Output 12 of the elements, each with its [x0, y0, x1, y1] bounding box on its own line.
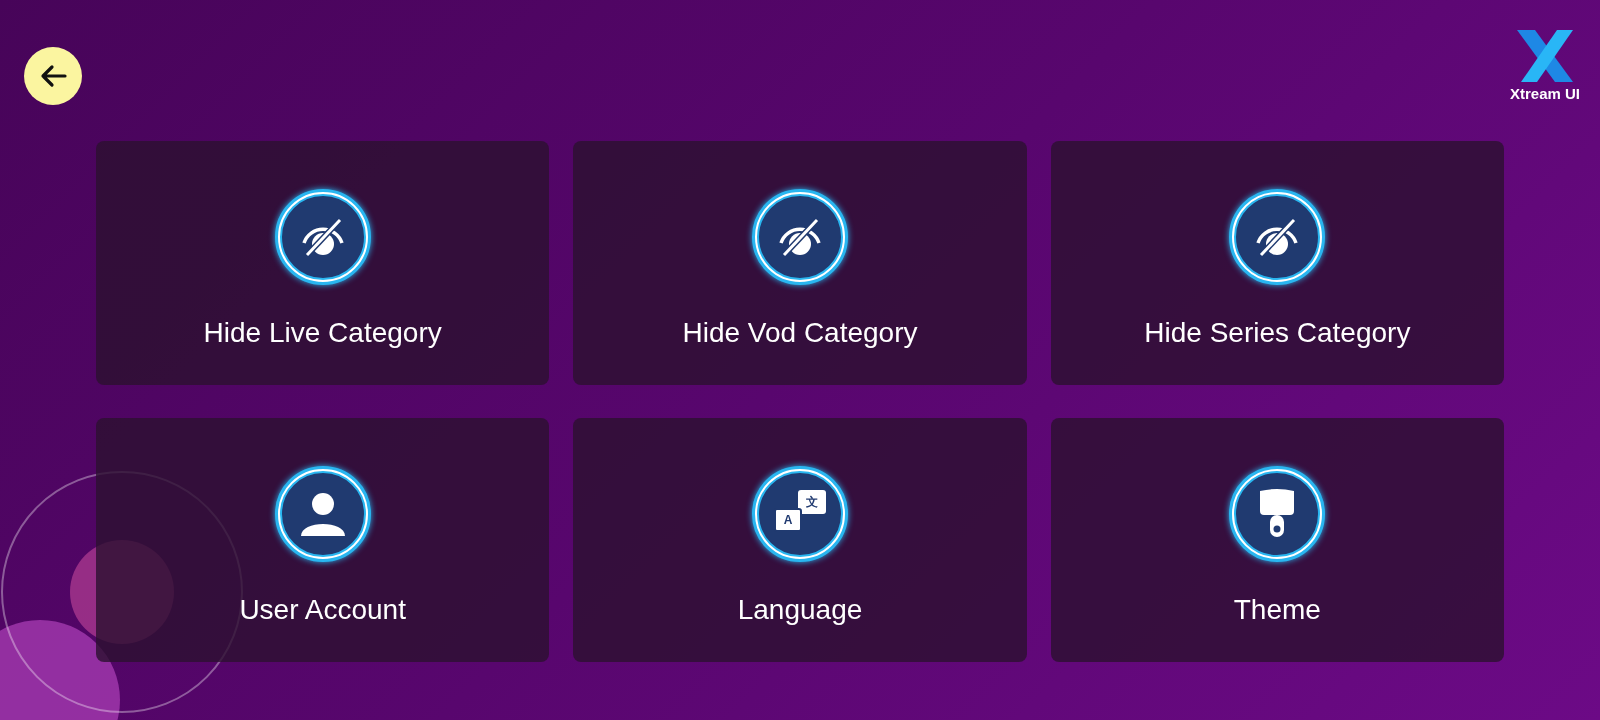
back-button[interactable] — [24, 47, 82, 105]
menu-tile[interactable]: Hide Live Category — [96, 141, 550, 385]
menu-tile[interactable]: Theme — [1050, 418, 1504, 662]
icon-glyph: A — [783, 514, 793, 526]
back-arrow-icon — [39, 64, 67, 88]
icon-glyph: 文 — [806, 496, 818, 508]
menu-tile[interactable]: Hide Series Category — [1050, 141, 1504, 385]
menu-tile[interactable]: User Account — [96, 418, 550, 662]
logo-text: Xtream UI — [1509, 86, 1580, 101]
menu-tile[interactable]: 文 A Language — [573, 418, 1027, 662]
menu-tile[interactable]: Hide Vod Category — [573, 141, 1027, 385]
user-icon — [298, 490, 347, 538]
